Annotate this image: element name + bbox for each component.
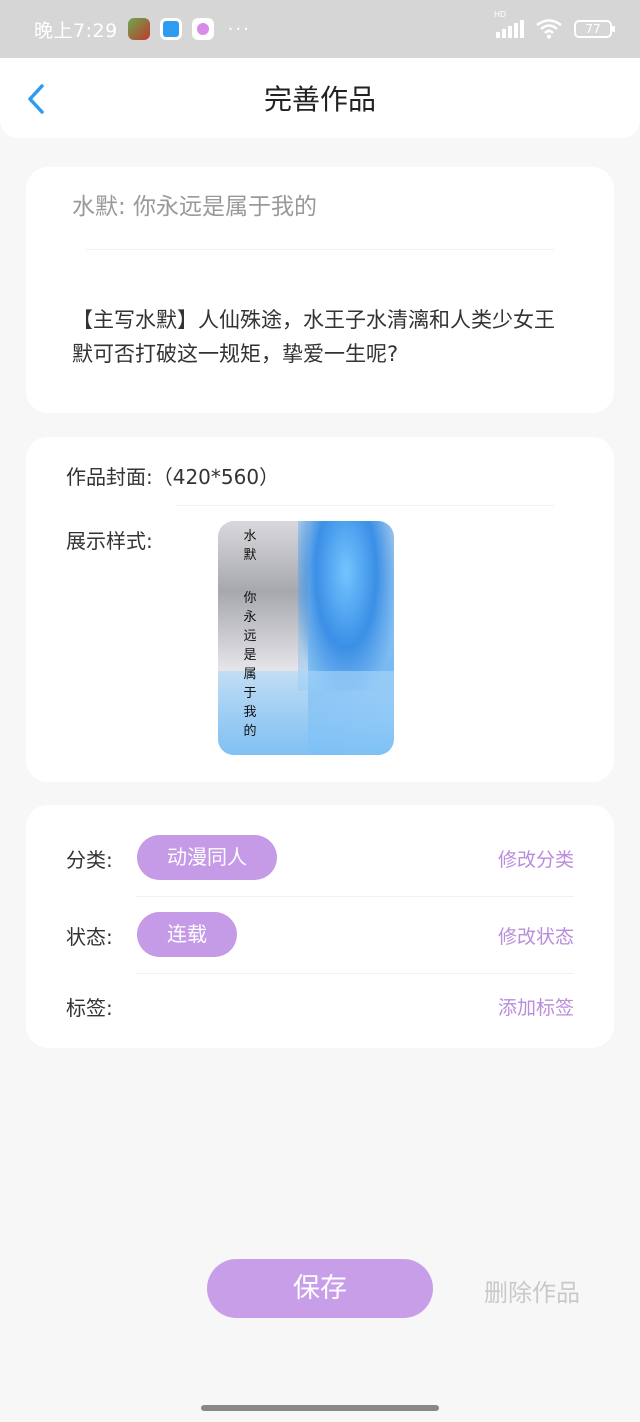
- chat-app-icon: [159, 18, 182, 40]
- save-button[interactable]: 保存: [207, 1259, 433, 1318]
- cover-vertical-text: 水默 你永远是属于我的: [242, 527, 258, 741]
- work-title-field[interactable]: 水默: 你永远是属于我的: [72, 187, 317, 221]
- status-label: 状态:: [66, 925, 113, 949]
- cover-card: 作品封面:（420*560） 展示样式: 水默 你永远是属于我的: [26, 437, 614, 782]
- signal-icon: HD: [494, 10, 524, 38]
- back-arrow-icon[interactable]: [22, 82, 52, 116]
- status-indicators: HD 77: [494, 10, 615, 39]
- cover-text-bottom: 你永远是属于我的: [243, 591, 257, 739]
- tags-label: 标签:: [66, 996, 113, 1020]
- edit-category-link[interactable]: 修改分类: [498, 845, 574, 872]
- page-title: 完善作品: [263, 83, 376, 116]
- display-style-label: 展示样式:: [66, 529, 153, 553]
- home-indicator: [201, 1405, 439, 1411]
- category-row: 分类: 动漫同人 修改分类: [26, 835, 614, 881]
- divider: [136, 973, 574, 974]
- cover-label: 作品封面:（420*560）: [66, 465, 280, 489]
- hd-label: HD: [494, 10, 507, 19]
- status-time: 晚上7:29: [34, 19, 118, 42]
- divider: [86, 249, 554, 250]
- battery-level: 77: [585, 22, 601, 36]
- wifi-icon: [536, 19, 562, 39]
- work-description-field[interactable]: 【主写水默】人仙殊途，水王子水清漓和人类少女王默可否打破这一规矩，挚爱一生呢?: [72, 303, 572, 371]
- category-label: 分类:: [66, 848, 113, 872]
- status-bar: 晚上7:29 ··· HD 77: [0, 0, 640, 58]
- meta-card: 分类: 动漫同人 修改分类 状态: 连载 修改状态 标签: 添加标签: [26, 805, 614, 1048]
- status-app-icons: ···: [127, 18, 251, 40]
- divider: [176, 505, 554, 506]
- category-badge: 动漫同人: [137, 835, 277, 880]
- bubble-app-icon: [191, 18, 214, 40]
- game-app-icon: [127, 18, 150, 40]
- delete-work-button[interactable]: 删除作品: [484, 1273, 580, 1308]
- more-notifications-icon: ···: [227, 18, 251, 40]
- status-badge: 连载: [137, 912, 237, 957]
- header-bar: 完善作品: [0, 58, 640, 138]
- divider: [136, 896, 574, 897]
- cover-text-top: 水默: [243, 529, 257, 563]
- edit-status-link[interactable]: 修改状态: [498, 922, 574, 949]
- work-info-card: 水默: 你永远是属于我的 【主写水默】人仙殊途，水王子水清漓和人类少女王默可否打…: [26, 167, 614, 413]
- add-tag-link[interactable]: 添加标签: [498, 993, 574, 1020]
- battery-icon: 77: [574, 20, 615, 38]
- cover-image[interactable]: 水默 你永远是属于我的: [218, 521, 394, 755]
- cover-art-figure: [298, 521, 394, 691]
- tags-row: 标签: 添加标签: [26, 983, 614, 1029]
- status-row: 状态: 连载 修改状态: [26, 912, 614, 958]
